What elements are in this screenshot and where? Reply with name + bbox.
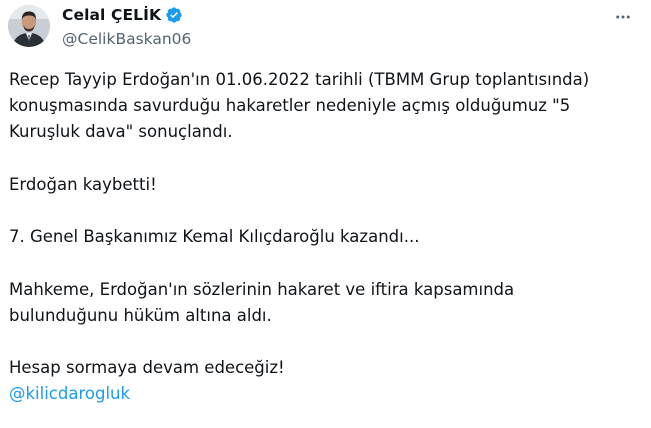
tweet-text-line: Mahkeme, Erdoğan'ın sözlerinin hakaret v… bbox=[9, 279, 515, 299]
avatar-portrait bbox=[8, 5, 50, 47]
more-horizontal-icon bbox=[616, 15, 630, 19]
display-name[interactable]: Celal ÇELİK bbox=[62, 6, 161, 24]
more-options-button[interactable] bbox=[609, 6, 637, 28]
tweet-card: Celal ÇELİK @CelikBaskan06 Recep Tayyip … bbox=[0, 0, 651, 428]
tweet-text-line: Recep Tayyip Erdoğan'ın 01.06.2022 tarih… bbox=[9, 70, 590, 89]
avatar[interactable] bbox=[8, 5, 50, 47]
tweet-text-line: bulunduğunu hüküm altına aldı. bbox=[9, 305, 272, 325]
tweet-text-line: Erdoğan kaybetti! bbox=[9, 174, 157, 194]
tweet-text-line: konuşmasında savurduğu hakaretler nedeni… bbox=[9, 96, 571, 116]
verified-badge-icon bbox=[165, 6, 183, 24]
display-name-row: Celal ÇELİK bbox=[62, 5, 183, 25]
tweet-text: Recep Tayyip Erdoğan'ın 01.06.2022 tarih… bbox=[9, 67, 639, 408]
user-handle[interactable]: @CelikBaskan06 bbox=[62, 30, 191, 48]
mention-line: @kilicdarogluk bbox=[9, 381, 639, 407]
tweet-text-line: Hesap sormaya devam edeceğiz! bbox=[9, 358, 285, 378]
mention-link[interactable]: @kilicdarogluk bbox=[9, 384, 130, 403]
tweet-text-line: 7. Genel Başkanımız Kemal Kılıçdaroğlu k… bbox=[9, 227, 420, 247]
tweet-text-line: Kuruşluk dava" sonuçlandı. bbox=[9, 122, 233, 142]
